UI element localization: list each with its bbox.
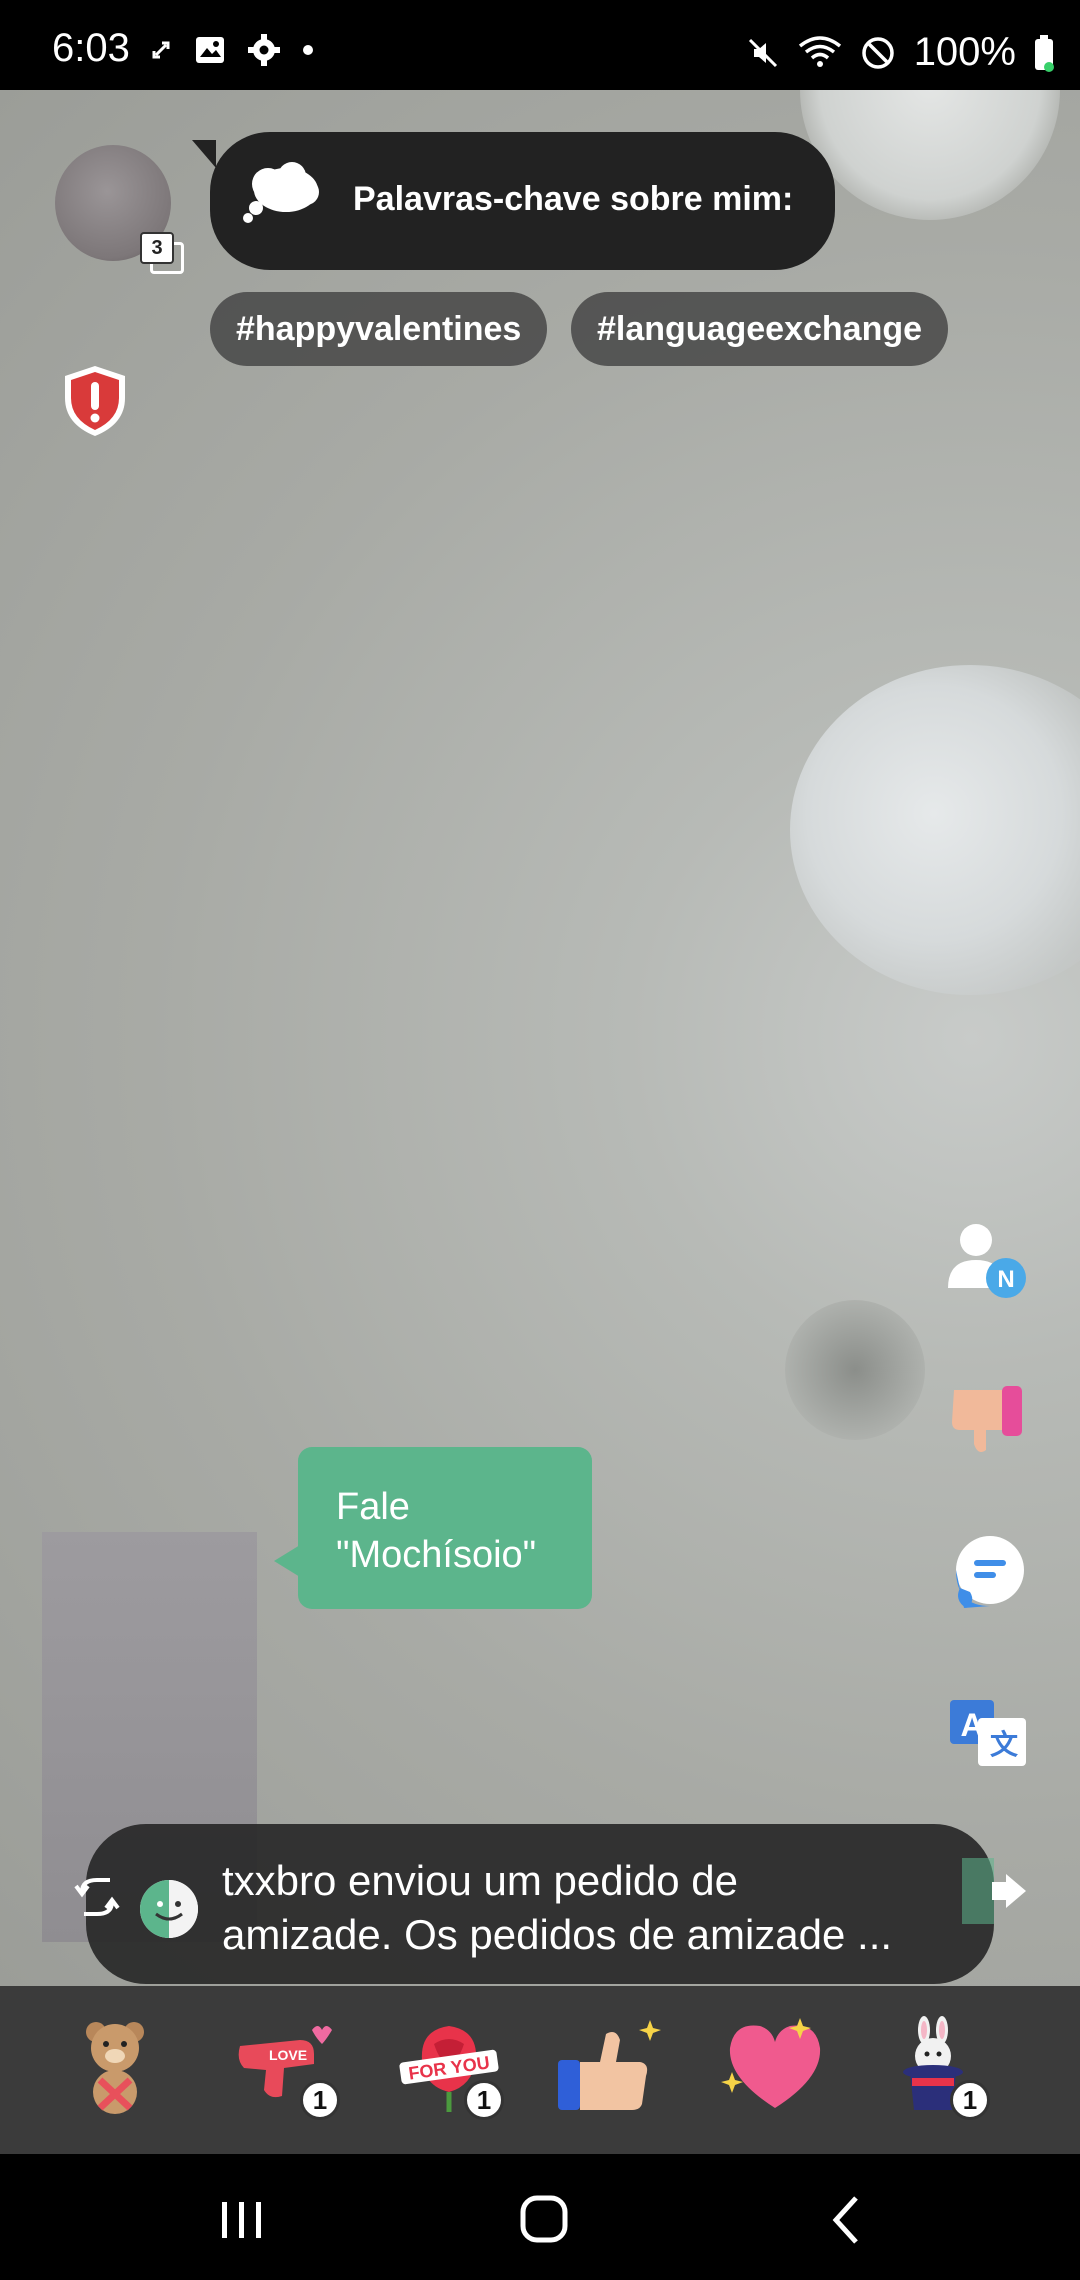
next-partner-icon[interactable]	[962, 1858, 1032, 1924]
prompt-line-2: "Mochísoio"	[336, 1534, 537, 1576]
dislike-icon[interactable]	[946, 1378, 1030, 1462]
teddy-bear-gift[interactable]	[60, 2016, 170, 2116]
report-shield-icon[interactable]	[62, 364, 128, 438]
add-friend-icon[interactable]: N	[946, 1218, 1030, 1302]
gift-bar: LOVE 1 FOR YOU 1 1	[0, 1986, 1080, 2154]
privacy-indicator-dot	[1044, 62, 1054, 72]
prompt-line-1: Fale	[336, 1486, 410, 1528]
thought-cloud-icon	[243, 162, 319, 223]
thumbs-up-gift[interactable]	[554, 2016, 664, 2116]
sync-icon	[152, 41, 170, 59]
settings-icon	[248, 34, 280, 66]
love-gun-gift[interactable]: LOVE 1	[230, 2016, 340, 2120]
friend-request-toast[interactable]: txxbro enviou um pedido de amizade. Os p…	[86, 1824, 994, 1984]
toast-message: txxbro enviou um pedido de amizade. Os p…	[222, 1854, 962, 1962]
svg-text:N: N	[997, 1266, 1014, 1293]
keywords-title: Palavras-chave sobre mim:	[353, 180, 794, 218]
back-icon[interactable]	[818, 2192, 878, 2248]
svg-text:文: 文	[990, 1728, 1018, 1761]
keyword-tag: #happyvalentines	[210, 292, 548, 366]
do-not-disturb-icon	[861, 36, 894, 69]
chat-icon[interactable]	[946, 1530, 1030, 1614]
keyword-tag: #languageexchange	[571, 292, 949, 366]
speak-prompt-bubble: Fale "Mochísoio"	[274, 1447, 592, 1609]
dot-icon	[303, 45, 313, 55]
photo-count-badge: 3	[140, 232, 174, 264]
ceiling-lamp	[800, 90, 1060, 220]
gift-count-badge: 1	[464, 2080, 504, 2120]
status-time: 6:03	[52, 26, 130, 70]
heart-gift[interactable]	[720, 2016, 830, 2116]
mute-icon	[748, 38, 777, 67]
translate-icon[interactable]: A 文	[946, 1690, 1030, 1774]
magic-hat-bunny-gift[interactable]: 1	[880, 2016, 990, 2120]
toast-line-2: amizade. Os pedidos de amizade ...	[222, 1911, 893, 1958]
status-left-icons	[150, 34, 314, 66]
image-icon	[196, 37, 224, 63]
recent-apps-icon[interactable]	[212, 2192, 272, 2248]
battery-percent: 100%	[913, 30, 1016, 74]
prompt-tail	[274, 1545, 300, 1577]
app-logo-icon	[140, 1880, 198, 1938]
svg-text:LOVE: LOVE	[269, 2047, 307, 2063]
ceiling-light	[790, 665, 1080, 995]
flip-camera-icon[interactable]	[72, 1872, 122, 1922]
keywords-bubble: Palavras-chave sobre mim:	[192, 132, 835, 270]
for-you-rose-gift[interactable]: FOR YOU 1	[394, 2016, 504, 2120]
home-icon[interactable]	[514, 2192, 574, 2248]
wifi-icon	[798, 35, 841, 67]
gift-count-badge: 1	[950, 2080, 990, 2120]
toast-line-1: txxbro enviou um pedido de	[222, 1857, 738, 1904]
ceiling-vent	[785, 1300, 925, 1440]
gift-count-badge: 1	[300, 2080, 340, 2120]
bubble-tail	[192, 140, 216, 168]
system-nav-bar	[0, 2154, 1080, 2280]
status-bar: 6:03 100%	[0, 0, 1080, 90]
status-right-icons: 100%	[746, 30, 1054, 75]
